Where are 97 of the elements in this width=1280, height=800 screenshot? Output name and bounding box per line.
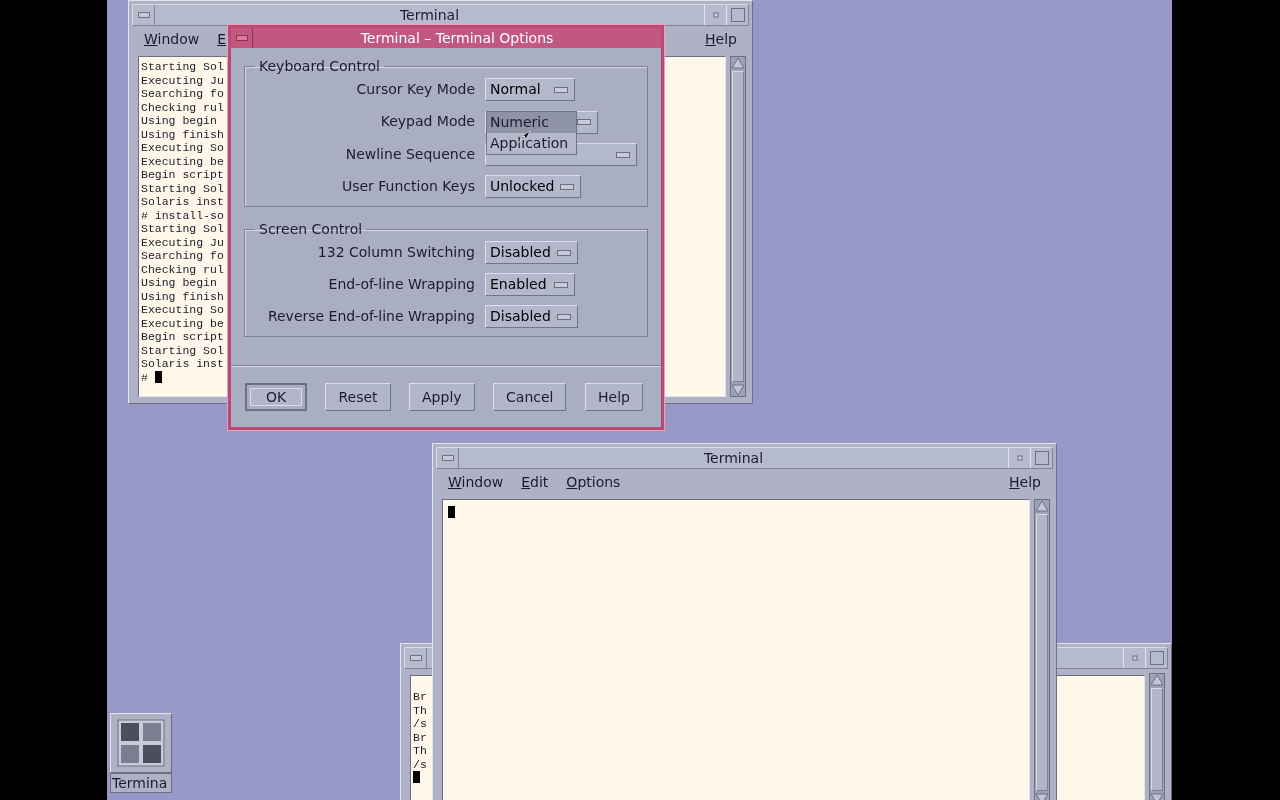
window-menu-icon[interactable] xyxy=(409,655,422,661)
menu-option[interactable]: Application xyxy=(487,133,576,154)
window-grid-icon[interactable] xyxy=(117,719,165,767)
terminal-line: Executing be xyxy=(141,316,224,330)
terminal-line: Begin script xyxy=(141,330,224,344)
option-menu[interactable]: Normal xyxy=(485,78,575,101)
window-title: Terminal xyxy=(702,449,765,468)
terminal-line: Executing So xyxy=(141,141,224,155)
window-menu-icon[interactable] xyxy=(235,35,248,41)
group-title: Screen Control xyxy=(258,221,364,237)
dialog-button[interactable]: Reset xyxy=(325,383,391,411)
text-cursor xyxy=(413,771,420,783)
dialog-button[interactable]: Help xyxy=(584,383,643,411)
field-label: User Function Keys xyxy=(340,177,475,196)
maximize-icon[interactable] xyxy=(1034,451,1049,465)
terminal-line: Searching fo xyxy=(141,87,224,101)
dropdown-icon xyxy=(554,281,568,288)
menu-item[interactable]: Options xyxy=(564,471,623,493)
menu-item[interactable]: E xyxy=(215,28,229,50)
terminal-line: # install-so xyxy=(141,208,224,222)
menu-item[interactable]: Window xyxy=(446,471,506,493)
dropdown-icon xyxy=(554,86,568,93)
menu-item[interactable]: Help xyxy=(703,28,739,50)
terminal-line: Executing Ju xyxy=(141,235,224,249)
dialog-button[interactable]: OK xyxy=(245,383,307,411)
terminal-line: Th xyxy=(413,744,427,758)
terminal-line: # xyxy=(141,370,148,384)
field-label: Reverse End-of-line Wrapping xyxy=(266,307,475,326)
terminal-line: Br xyxy=(413,690,427,704)
option-value: Disabled xyxy=(490,307,551,326)
terminal-line: Starting Sol xyxy=(141,60,224,74)
terminal-line: Checking rul xyxy=(141,262,224,276)
scroll-up-icon[interactable] xyxy=(731,57,745,69)
option-value: Enabled xyxy=(490,275,547,294)
dialog-button[interactable]: Cancel xyxy=(493,383,567,411)
menu-item[interactable]: Edit xyxy=(519,471,551,493)
terminal-line: Executing So xyxy=(141,303,224,317)
terminal-line: Searching fo xyxy=(141,249,224,263)
scroll-thumb[interactable] xyxy=(1036,514,1048,791)
terminal-line: Starting Sol xyxy=(141,343,224,357)
field-label: Keypad Mode xyxy=(379,112,475,132)
option-value: Unlocked xyxy=(490,177,555,196)
dropdown-icon xyxy=(556,313,571,320)
terminal-line: Begin script xyxy=(141,168,224,182)
terminal-line: Using finish xyxy=(141,127,224,141)
menu-item[interactable]: Help xyxy=(1007,471,1043,493)
field-label: Newline Sequence xyxy=(344,144,475,164)
dropdown-icon xyxy=(616,151,630,158)
scroll-thumb[interactable] xyxy=(732,71,744,382)
field-label: End-of-line Wrapping xyxy=(327,275,475,294)
window-title: Terminal xyxy=(398,6,461,25)
terminal-line: Starting Sol xyxy=(141,181,224,195)
terminal-line: Checking rul xyxy=(141,100,224,114)
menu-option[interactable]: Numeric xyxy=(487,112,576,133)
minimize-icon[interactable] xyxy=(712,12,719,18)
icon-label[interactable]: Termina xyxy=(110,773,172,793)
dropdown-icon xyxy=(556,249,571,256)
scroll-up-icon[interactable] xyxy=(1035,500,1049,512)
minimize-icon[interactable] xyxy=(1016,455,1023,461)
scrollbar[interactable] xyxy=(730,56,746,397)
dialog-title: Terminal – Terminal Options xyxy=(359,28,555,48)
dialog-button[interactable]: Apply xyxy=(409,383,475,411)
window-menu-icon[interactable] xyxy=(137,12,150,18)
option-menu[interactable]: Unlocked xyxy=(485,175,582,198)
menu-item[interactable]: Window xyxy=(142,28,202,50)
terminal-line: Executing Ju xyxy=(141,73,224,87)
terminal-line: Br xyxy=(413,730,427,744)
text-cursor xyxy=(154,370,162,383)
terminal-line: Using begin xyxy=(141,276,217,290)
scrollbar[interactable] xyxy=(1149,673,1165,800)
option-menu[interactable]: Enabled xyxy=(485,273,575,296)
terminal-line: Starting Sol xyxy=(141,222,224,236)
window-menu-icon[interactable] xyxy=(441,455,454,461)
option-menu[interactable]: Disabled xyxy=(485,305,578,328)
option-menu[interactable]: Disabled xyxy=(485,241,578,264)
maximize-icon[interactable] xyxy=(730,8,745,22)
terminal-line: Executing be xyxy=(141,154,224,168)
terminal-line: Solaris inst xyxy=(141,357,224,371)
maximize-icon[interactable] xyxy=(1149,651,1164,665)
option-value: Normal xyxy=(490,80,541,99)
minimize-icon[interactable] xyxy=(1131,655,1138,661)
field-label: 132 Column Switching xyxy=(316,243,475,262)
terminal-line: /s xyxy=(413,757,427,771)
scroll-up-icon[interactable] xyxy=(1150,674,1164,686)
dropdown-icon xyxy=(560,183,575,190)
terminal-line: Using finish xyxy=(141,289,224,303)
terminal-line: Th xyxy=(413,703,427,717)
field-label: Cursor Key Mode xyxy=(355,80,475,99)
scrollbar[interactable] xyxy=(1034,499,1050,800)
terminal-line: /s xyxy=(413,717,427,731)
terminal-line: Using begin xyxy=(141,114,217,128)
group-title: Keyboard Control xyxy=(258,58,381,74)
scroll-thumb[interactable] xyxy=(1151,688,1163,791)
terminal-line: Solaris inst xyxy=(141,195,224,209)
text-cursor xyxy=(448,506,455,518)
scroll-down-icon[interactable] xyxy=(731,384,745,396)
option-value: Disabled xyxy=(490,243,551,262)
